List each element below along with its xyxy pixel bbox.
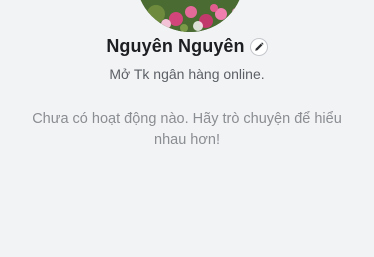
profile-header: Nguyên Nguyên Mở Tk ngân hàng online. Ch…	[0, 0, 374, 257]
avatar-image	[136, 0, 244, 32]
avatar[interactable]	[136, 0, 244, 32]
profile-status: Mở Tk ngân hàng online.	[109, 66, 265, 82]
empty-activity-message: Chưa có hoạt động nào. Hãy trò chuyện để…	[32, 111, 342, 148]
profile-name: Nguyên Nguyên	[106, 36, 245, 56]
edit-name-button[interactable]	[249, 37, 268, 56]
pencil-icon	[254, 41, 264, 51]
name-row: Nguyên Nguyên	[0, 36, 374, 60]
